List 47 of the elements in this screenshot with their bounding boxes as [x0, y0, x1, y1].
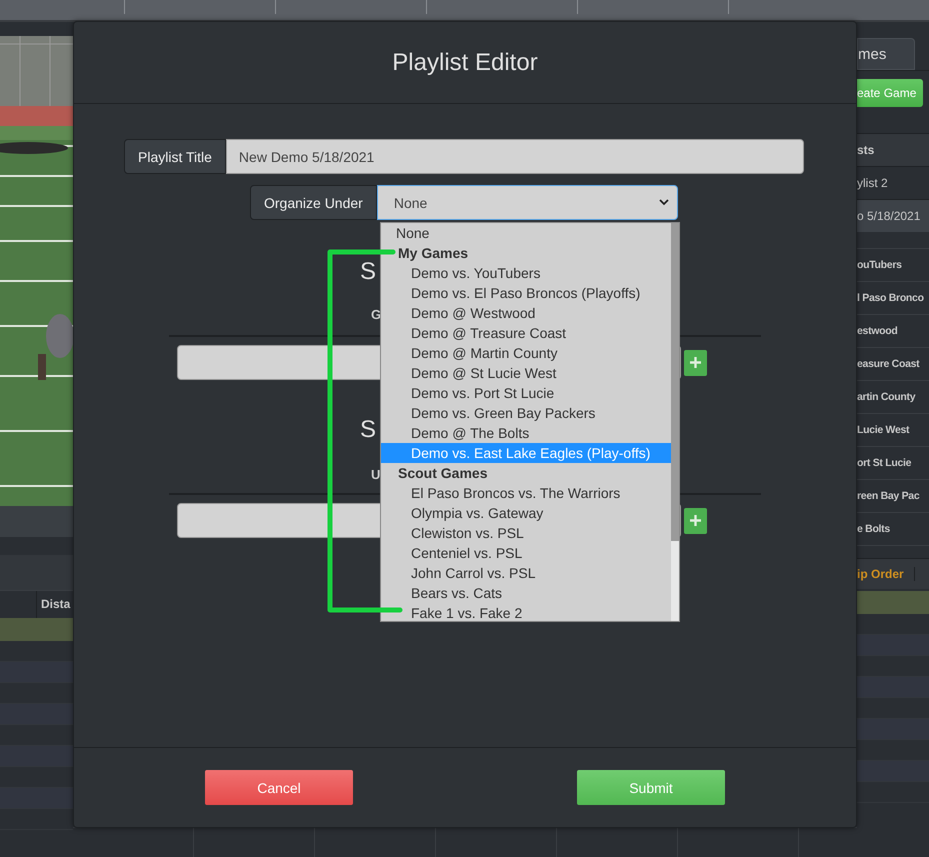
chevron-down-icon [658, 199, 669, 206]
plus-icon [690, 357, 701, 368]
dropdown-option[interactable]: John Carrol vs. PSL [381, 563, 671, 583]
playlist-title-field[interactable]: New Demo 5/18/2021 [226, 139, 804, 174]
table-row[interactable] [857, 719, 929, 740]
table-row[interactable] [0, 704, 73, 725]
dropdown-option[interactable]: Centeniel vs. PSL [381, 543, 671, 563]
tab[interactable]: mes [857, 38, 915, 70]
playlist-item[interactable]: o 5/18/2021 [857, 199, 929, 232]
dropdown-option[interactable]: El Paso Broncos vs. The Warriors [381, 483, 671, 503]
dropdown-option[interactable]: Demo @ Westwood [381, 303, 671, 323]
table-row[interactable] [857, 635, 929, 656]
option-group-label: My Games [397, 244, 470, 263]
highlighted-table-row[interactable] [857, 591, 929, 614]
field-label: Playlist Title [124, 139, 226, 174]
dropdown-option[interactable]: Demo @ Martin County [381, 343, 671, 363]
table-row[interactable] [0, 788, 73, 809]
dropdown-option[interactable]: Demo @ The Bolts [381, 423, 671, 443]
list-header: sts [857, 143, 874, 157]
dropdown-option[interactable]: Demo @ St Lucie West [381, 363, 671, 383]
add-button[interactable] [684, 508, 707, 534]
dropdown-option[interactable]: Olympia vs. Gateway [381, 503, 671, 523]
section-label: G [371, 307, 382, 322]
dropdown-option[interactable]: Demo vs. Port St Lucie [381, 383, 671, 403]
add-button[interactable] [684, 350, 707, 376]
scrollbar[interactable] [671, 223, 679, 621]
option-group-label: Scout Games [397, 464, 488, 483]
table-row[interactable] [857, 761, 929, 782]
section-heading: S [360, 416, 376, 443]
plus-icon [690, 515, 701, 526]
field-label: Organize Under [250, 185, 377, 220]
dropdown-option[interactable]: Demo @ Treasure Coast [381, 323, 671, 343]
table-row[interactable] [857, 677, 929, 698]
organize-under-select[interactable]: None [376, 185, 678, 220]
dialog-title: Playlist Editor [392, 48, 538, 76]
dropdown-option[interactable]: None [381, 223, 671, 243]
dropdown-option[interactable]: Demo vs. Green Bay Packers [381, 403, 671, 423]
table-row[interactable] [0, 662, 73, 683]
dropdown-option[interactable]: Clewiston vs. PSL [381, 523, 671, 543]
column-header: Dista [40, 596, 70, 613]
dropdown-option[interactable]: Demo vs. YouTubers [381, 263, 671, 283]
dropdown-option[interactable]: Demo vs. El Paso Broncos (Playoffs) [381, 283, 671, 303]
table-row[interactable] [0, 746, 73, 767]
dropdown-option[interactable]: Bears vs. Cats [381, 583, 671, 603]
section-label: U [371, 467, 380, 482]
highlighted-table-row[interactable] [0, 618, 73, 641]
section-heading: S [360, 258, 376, 285]
